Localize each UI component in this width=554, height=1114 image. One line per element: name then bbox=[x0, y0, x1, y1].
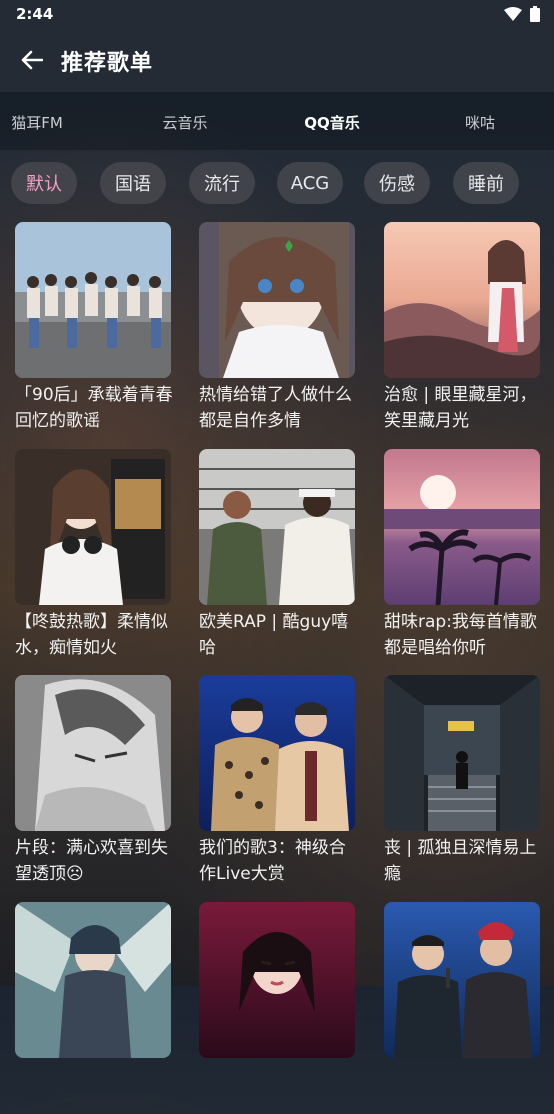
playlist-card[interactable]: 我们的歌3：神级合作Live大赏 bbox=[199, 675, 355, 887]
chip-pop[interactable]: 流行 bbox=[189, 162, 255, 204]
chip-bedtime[interactable]: 睡前 bbox=[453, 162, 519, 204]
playlist-title bbox=[15, 1062, 175, 1114]
chip-mandarin[interactable]: 国语 bbox=[100, 162, 166, 204]
playlist-card[interactable]: 片段：满心欢喜到失望透顶☹ bbox=[15, 675, 171, 887]
playlist-cover bbox=[199, 222, 355, 378]
playlist-title: 治愈 | 眼里藏星河，笑里藏月光 bbox=[384, 385, 537, 431]
arrow-left-icon bbox=[21, 50, 43, 70]
playlist-cover bbox=[199, 902, 355, 1058]
playlist-card[interactable]: 热情给错了人做什么都是自作多情 bbox=[199, 222, 355, 434]
playlist-cover bbox=[15, 675, 171, 831]
chip-default[interactable]: 默认 bbox=[11, 162, 77, 204]
playlist-title: 欧美RAP | 酷guy嘻哈 bbox=[199, 612, 349, 658]
playlist-cover bbox=[15, 449, 171, 605]
playlist-card[interactable]: 「90后」承载着青春回忆的歌谣 bbox=[15, 222, 173, 434]
playlist-card[interactable] bbox=[199, 902, 355, 1114]
playlist-cover bbox=[384, 449, 540, 605]
playlist-cover bbox=[15, 222, 171, 378]
playlist-title: 「90后」承载着青春回忆的歌谣 bbox=[15, 385, 173, 431]
tab-source-migu[interactable]: 咪咕 bbox=[465, 112, 495, 133]
chip-acg[interactable]: ACG bbox=[277, 162, 343, 204]
playlist-card[interactable]: 丧 | 孤独且深情易上瘾 bbox=[384, 675, 540, 887]
page-title: 推荐歌单 bbox=[61, 51, 154, 76]
playlist-cover bbox=[384, 222, 540, 378]
playlist-card[interactable]: 【咚鼓热歌】柔情似水，痴情如火 bbox=[15, 449, 171, 661]
playlist-cover bbox=[199, 675, 355, 831]
playlist-title: 我们的歌3：神级合作Live大赏 bbox=[199, 838, 346, 884]
playlist-card[interactable]: 欧美RAP | 酷guy嘻哈 bbox=[199, 449, 355, 661]
playlist-card[interactable]: 甜味rap:我每首情歌都是唱给你听 bbox=[384, 449, 540, 661]
playlist-card[interactable]: 治愈 | 眼里藏星河，笑里藏月光 bbox=[384, 222, 540, 434]
status-time: 2:44 bbox=[16, 5, 54, 23]
playlist-title bbox=[384, 1062, 544, 1114]
tab-source-maoer[interactable]: 猫耳FM bbox=[11, 112, 63, 133]
back-button[interactable] bbox=[18, 46, 46, 74]
app-bar: 推荐歌单 bbox=[0, 28, 554, 92]
playlist-title bbox=[199, 1062, 359, 1114]
playlist-card[interactable] bbox=[15, 902, 171, 1114]
status-icons bbox=[504, 6, 540, 22]
category-chips: 默认 国语 流行 ACG 伤感 睡前 bbox=[0, 162, 554, 208]
chip-sad[interactable]: 伤感 bbox=[364, 162, 430, 204]
playlist-title: 丧 | 孤独且深情易上瘾 bbox=[384, 838, 537, 884]
tab-source-netease[interactable]: 云音乐 bbox=[162, 112, 207, 133]
source-tabs: 猫耳FM 云音乐 QQ音乐 咪咕 bbox=[0, 92, 554, 150]
playlist-cover bbox=[384, 675, 540, 831]
playlist-cover bbox=[199, 449, 355, 605]
tab-source-qq[interactable]: QQ音乐 bbox=[304, 112, 360, 133]
playlist-card[interactable] bbox=[384, 902, 540, 1114]
playlist-title: 片段：满心欢喜到失望透顶☹ bbox=[15, 838, 168, 884]
playlist-title: 甜味rap:我每首情歌都是唱给你听 bbox=[384, 612, 537, 658]
battery-icon bbox=[530, 6, 540, 22]
playlist-title: 热情给错了人做什么都是自作多情 bbox=[199, 385, 352, 431]
playlist-cover bbox=[15, 902, 171, 1058]
playlist-title: 【咚鼓热歌】柔情似水，痴情如火 bbox=[15, 612, 168, 658]
status-bar: 2:44 bbox=[0, 0, 554, 28]
wifi-icon bbox=[504, 7, 522, 21]
playlist-cover bbox=[384, 902, 540, 1058]
